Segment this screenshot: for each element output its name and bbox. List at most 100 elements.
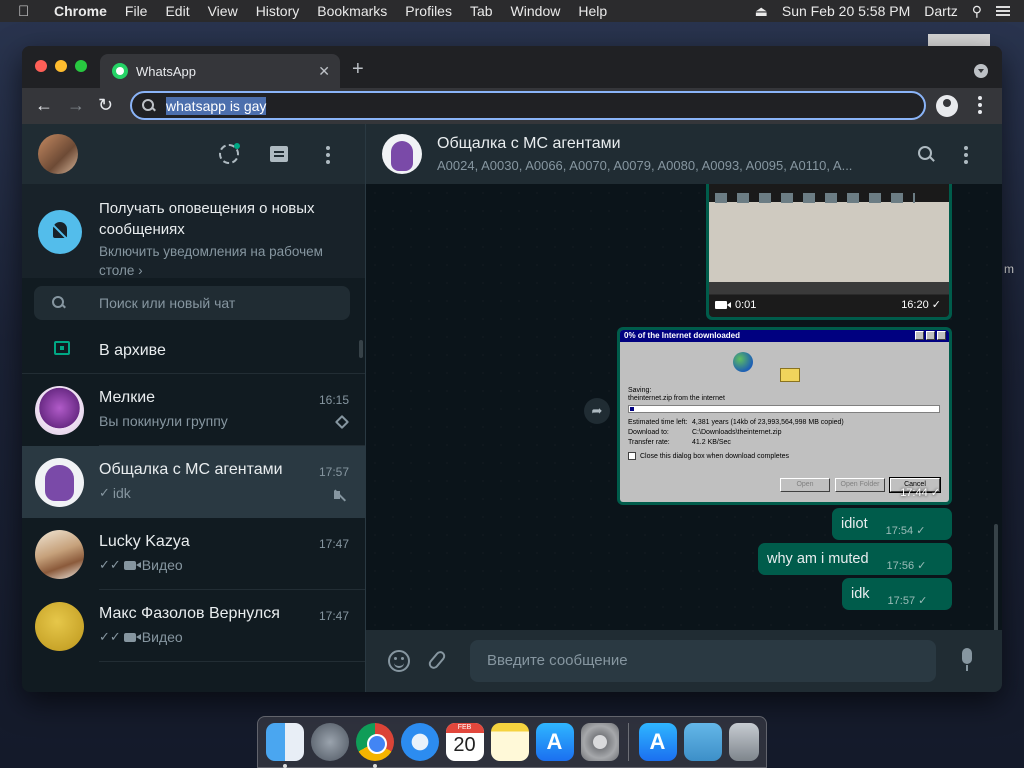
status-icon[interactable]: [219, 143, 240, 164]
chat-row-maks[interactable]: Макс Фазолов Вернулся 17:47 ✓✓ Видео: [22, 590, 365, 662]
my-avatar[interactable]: [38, 134, 78, 174]
menu-clock[interactable]: Sun Feb 20 5:58 PM: [782, 3, 910, 19]
conversation-header[interactable]: Общалка с МС агентами A0024, A0030, A006…: [366, 124, 1002, 184]
read-checks-icon: ✓✓: [99, 629, 121, 644]
menu-file[interactable]: File: [125, 3, 148, 19]
apple-menu-icon[interactable]: : [18, 3, 38, 20]
notes-icon[interactable]: [490, 723, 529, 761]
chat-name: Мелкие: [99, 389, 156, 406]
video-camera-icon: [715, 300, 731, 309]
menu-tab[interactable]: Tab: [470, 3, 493, 19]
video-thumbnail[interactable]: 0:01 16:20 ✓: [709, 184, 949, 317]
video-camera-icon: [123, 632, 141, 642]
downloads-folder-icon[interactable]: [683, 723, 722, 761]
trash-icon[interactable]: [728, 723, 759, 761]
finder-icon[interactable]: [265, 723, 304, 768]
sidebar-scrollbar[interactable]: [359, 340, 363, 358]
menu-user[interactable]: Dartz: [924, 3, 957, 19]
dialog-est-label: Estimated time left:: [628, 419, 688, 426]
group-avatar[interactable]: [382, 134, 422, 174]
tab-title: WhatsApp: [136, 63, 196, 79]
enable-notifications-link[interactable]: Включить уведомления на рабочем столе ›: [99, 242, 359, 280]
spotlight-icon[interactable]: ⚲: [972, 3, 982, 20]
menu-help[interactable]: Help: [578, 3, 607, 19]
eject-icon[interactable]: ⏏: [755, 3, 768, 20]
image-message[interactable]: 0% of the Internet downloaded Saving: th…: [617, 327, 952, 505]
download-progress-bar: [628, 405, 940, 413]
dialog-est-value: 4,381 years (14kb of 23,993,564,998 MB c…: [692, 419, 844, 426]
conversation-menu-icon[interactable]: [964, 146, 968, 167]
dialog-title: 0% of the Internet downloaded: [624, 331, 741, 340]
menu-history[interactable]: History: [256, 3, 300, 19]
forward-arrow-icon[interactable]: →: [67, 95, 85, 116]
menu-bookmarks[interactable]: Bookmarks: [317, 3, 387, 19]
menu-view[interactable]: View: [208, 3, 238, 19]
chat-search-input[interactable]: Поиск или новый чат: [34, 286, 350, 320]
emoji-icon[interactable]: [388, 650, 410, 672]
sidebar-menu-icon[interactable]: [326, 146, 330, 167]
dialog-checkbox: [628, 452, 636, 460]
menu-status-area: ⏏ Sun Feb 20 5:58 PM Dartz ⚲: [755, 0, 1024, 22]
dialog-checkbox-label: Close this dialog box when download comp…: [640, 453, 790, 460]
desktop-label-fragment: m: [1004, 262, 1014, 276]
avatar: [35, 602, 84, 651]
profile-avatar-icon[interactable]: [936, 95, 958, 117]
control-center-icon[interactable]: [996, 3, 1010, 19]
chat-row-melkie[interactable]: Мелкие 16:15 Вы покинули группу: [22, 374, 365, 446]
avatar: [35, 458, 84, 507]
download-dialog-image[interactable]: 0% of the Internet downloaded Saving: th…: [620, 330, 949, 502]
tab-close-icon[interactable]: ✕: [318, 63, 330, 80]
video-message[interactable]: 0:01 16:20 ✓: [706, 184, 952, 320]
read-checks-icon: ✓✓: [99, 557, 121, 572]
dialog-window-buttons: [913, 331, 946, 340]
menu-window[interactable]: Window: [511, 3, 561, 19]
group-name[interactable]: Общалка с МС агентами: [437, 135, 621, 153]
address-bar[interactable]: whatsapp is gay: [130, 91, 926, 120]
window-close-button[interactable]: [35, 60, 47, 72]
window-minimize-button[interactable]: [55, 60, 67, 72]
forward-icon[interactable]: ➦: [584, 398, 610, 424]
system-preferences-icon[interactable]: [580, 723, 619, 761]
archived-chats[interactable]: В архиве: [22, 328, 365, 374]
back-arrow-icon[interactable]: ←: [35, 95, 53, 116]
app-store-download-icon[interactable]: [638, 723, 677, 761]
mac-menu-bar:  Chrome File Edit View History Bookmark…: [0, 0, 1024, 22]
window-zoom-button[interactable]: [75, 60, 87, 72]
archive-icon: [54, 341, 70, 355]
chat-row-obshchalka[interactable]: Общалка с МС агентами 17:57 ✓ idk: [22, 446, 365, 518]
safari-icon[interactable]: [400, 723, 439, 761]
message-time: 16:20 ✓: [901, 299, 941, 311]
microphone-icon[interactable]: [962, 648, 972, 671]
attach-paperclip-icon[interactable]: [426, 649, 448, 671]
chat-preview-text: Видео: [141, 629, 183, 645]
address-bar-text[interactable]: whatsapp is gay: [166, 96, 267, 115]
launchpad-icon[interactable]: [310, 723, 349, 761]
chat-row-lucky-kazya[interactable]: Lucky Kazya 17:47 ✓✓ Видео: [22, 518, 365, 590]
dock-divider: [628, 723, 629, 761]
whatsapp-app: Получать оповещения о новых сообщениях В…: [22, 124, 1002, 692]
chat-last-message: ✓✓ Видео: [99, 557, 183, 573]
app-store-icon[interactable]: [535, 723, 574, 761]
message-input[interactable]: Введите сообщение: [470, 640, 936, 682]
chrome-menu-icon[interactable]: [978, 96, 982, 117]
desktop-file-icon[interactable]: [928, 34, 990, 46]
dialog-titlebar: 0% of the Internet downloaded: [620, 330, 949, 342]
menu-profiles[interactable]: Profiles: [405, 3, 452, 19]
avatar: [35, 530, 84, 579]
dialog-open-button: Open: [780, 478, 830, 492]
menu-edit[interactable]: Edit: [165, 3, 189, 19]
chrome-icon[interactable]: [355, 723, 394, 768]
reload-icon[interactable]: ↻: [98, 95, 113, 116]
menu-app-name[interactable]: Chrome: [54, 3, 107, 19]
new-tab-button[interactable]: +: [352, 58, 364, 81]
search-messages-icon[interactable]: [918, 146, 934, 162]
notification-banner[interactable]: Получать оповещения о новых сообщениях В…: [22, 184, 365, 278]
calendar-icon[interactable]: FEB 20: [445, 723, 484, 761]
message-bubble[interactable]: idk 17:57 ✓: [842, 578, 952, 610]
tab-search-chevron-icon[interactable]: [974, 64, 988, 78]
message-bubble[interactable]: idiot 17:54 ✓: [832, 508, 952, 540]
message-scrollbar[interactable]: [994, 524, 998, 630]
new-chat-icon[interactable]: [270, 146, 288, 162]
message-bubble[interactable]: why am i muted 17:56 ✓: [758, 543, 952, 575]
tab-whatsapp[interactable]: WhatsApp ✕: [100, 54, 340, 88]
